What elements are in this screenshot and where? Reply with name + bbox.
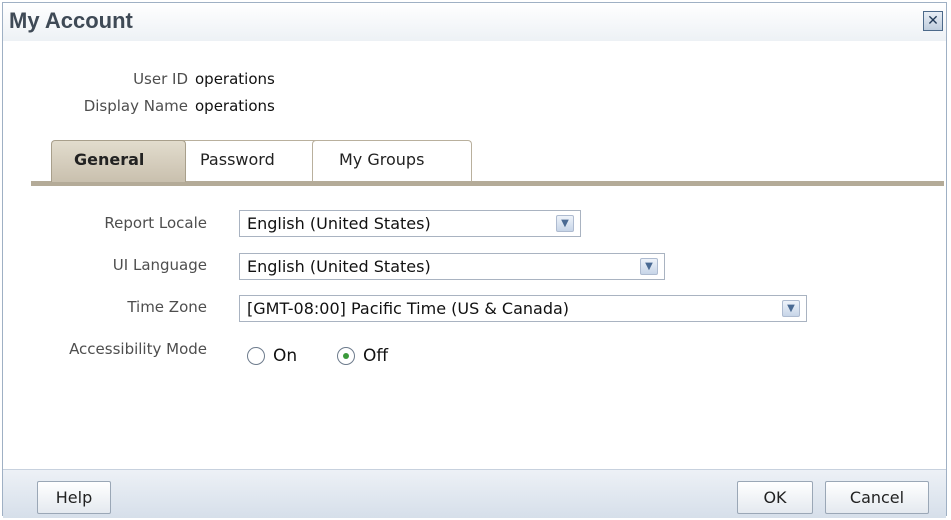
radio-selected-dot <box>343 353 349 359</box>
cancel-button[interactable]: Cancel <box>825 481 929 514</box>
ui-language-label: UI Language <box>112 256 207 274</box>
ui-language-select[interactable]: English (United States) ▼ <box>239 253 665 280</box>
time-zone-label: Time Zone <box>127 298 207 316</box>
ui-language-value: English (United States) <box>247 257 431 276</box>
my-account-dialog: My Account ✕ User ID operations Display … <box>2 2 947 518</box>
help-button[interactable]: Help <box>37 481 111 514</box>
ok-button[interactable]: OK <box>737 481 813 514</box>
report-locale-label: Report Locale <box>104 214 207 232</box>
chevron-down-icon[interactable]: ▼ <box>556 215 574 232</box>
accessibility-on-label: On <box>273 346 298 366</box>
report-locale-value: English (United States) <box>247 214 431 233</box>
tab-my-groups-label: My Groups <box>339 150 425 169</box>
tab-my-groups[interactable]: My Groups <box>312 140 472 182</box>
user-id-label: User ID <box>133 70 188 88</box>
close-icon[interactable]: ✕ <box>923 11 943 31</box>
accessibility-on-radio[interactable] <box>247 347 265 365</box>
report-locale-select[interactable]: English (United States) ▼ <box>239 210 581 237</box>
accessibility-off-radio[interactable] <box>337 347 355 365</box>
time-zone-value: [GMT-08:00] Pacific Time (US & Canada) <box>247 299 570 318</box>
accessibility-mode-label: Accessibility Mode <box>69 340 207 358</box>
accessibility-off-label: Off <box>363 346 389 366</box>
time-zone-select[interactable]: [GMT-08:00] Pacific Time (US & Canada) ▼ <box>239 295 807 322</box>
chevron-down-icon[interactable]: ▼ <box>782 300 800 317</box>
tab-password[interactable]: Password <box>179 140 319 182</box>
dialog-titlebar: My Account ✕ <box>3 3 946 41</box>
dialog-title: My Account <box>9 8 133 33</box>
display-name-value: operations <box>195 97 275 115</box>
tab-password-label: Password <box>200 150 275 169</box>
user-id-value: operations <box>195 70 275 88</box>
display-name-label: Display Name <box>83 97 188 115</box>
tab-general[interactable]: General <box>51 140 186 182</box>
tab-general-label: General <box>74 150 145 169</box>
chevron-down-icon[interactable]: ▼ <box>640 258 658 275</box>
